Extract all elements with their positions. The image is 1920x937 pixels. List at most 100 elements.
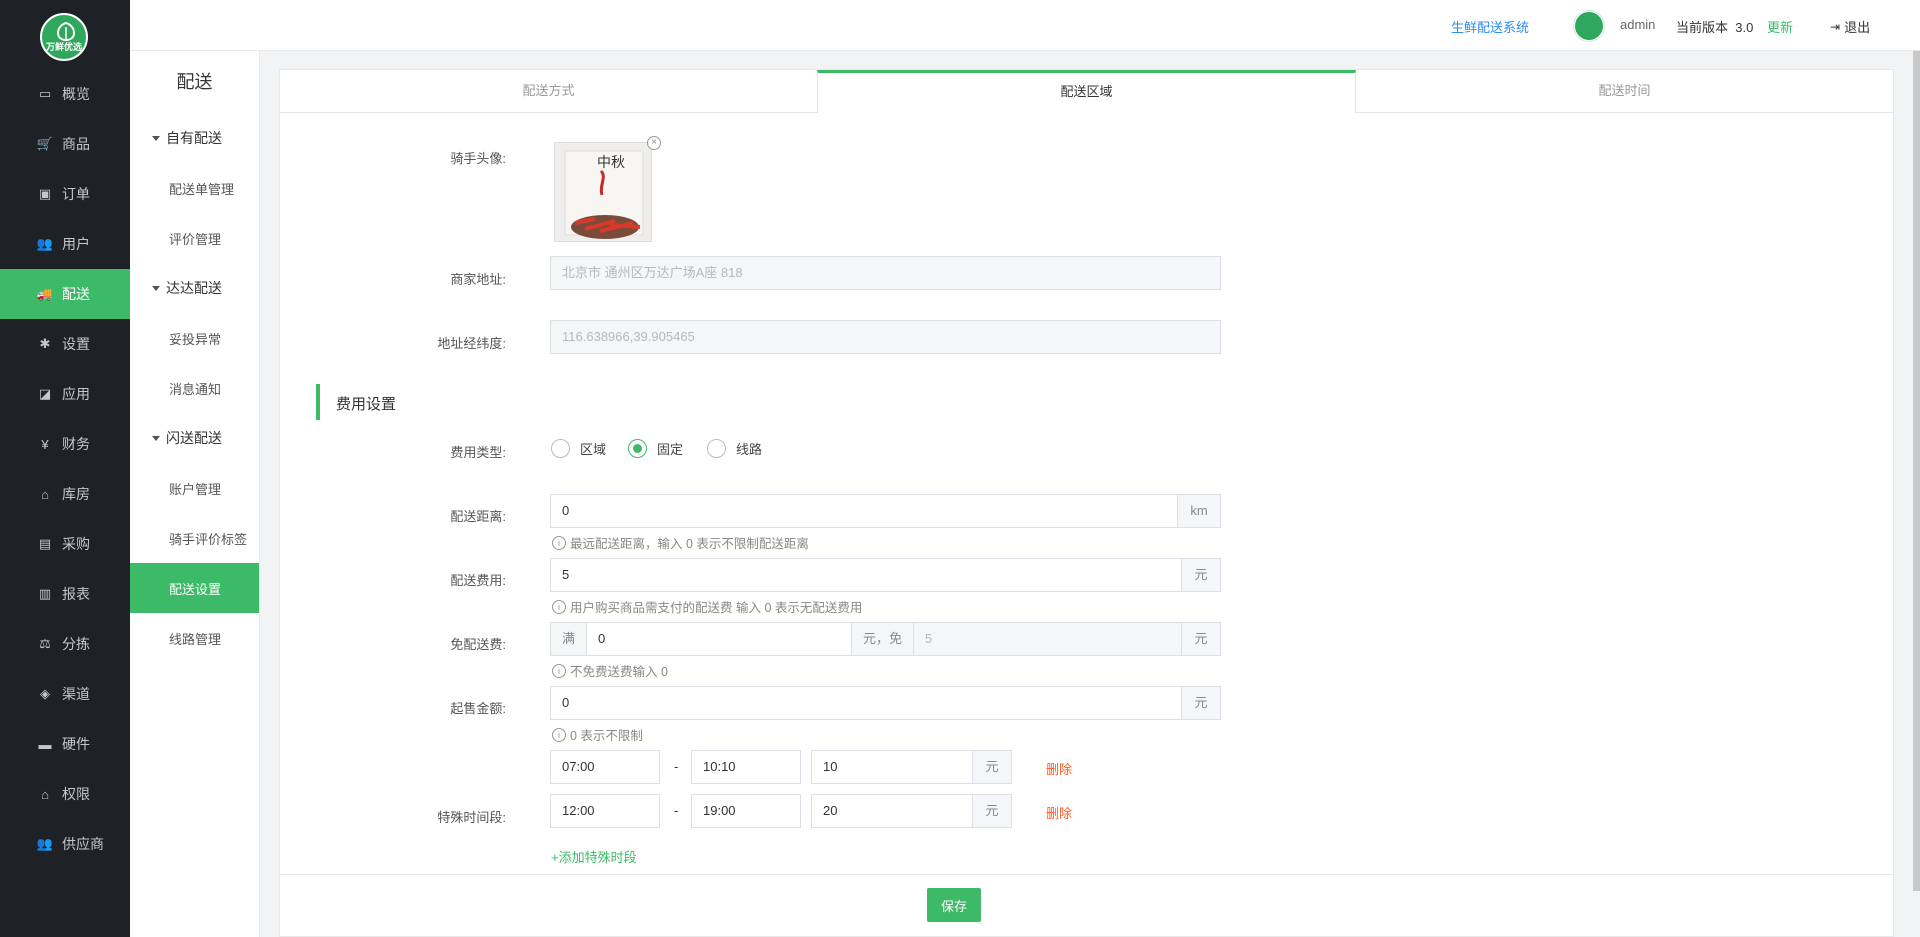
min-amount-input[interactable]: 0: [550, 686, 1182, 720]
nav-item-14[interactable]: ⌂ 权限: [0, 769, 130, 819]
remove-avatar-button[interactable]: ×: [647, 136, 661, 150]
nav-item-6[interactable]: ◪ 应用: [0, 369, 130, 419]
free-amount-input[interactable]: 5: [913, 622, 1182, 656]
nav-item-4[interactable]: 🚚 配送: [0, 269, 130, 319]
username[interactable]: admin: [1620, 17, 1655, 32]
version-label: 当前版本: [1676, 20, 1729, 35]
version-info: 当前版本 3.0: [1676, 17, 1753, 36]
nav-item-5[interactable]: ✱ 设置: [0, 319, 130, 369]
bus-icon: ▤: [38, 536, 52, 551]
subnav-item[interactable]: 妥投异常: [130, 313, 259, 363]
nav-item-3[interactable]: 👥 用户: [0, 219, 130, 269]
subnav-item[interactable]: 评价管理: [130, 213, 259, 263]
nav-item-7[interactable]: ¥ 财务: [0, 419, 130, 469]
free-delivery-label: 免配送费:: [450, 637, 506, 652]
logout-icon: ⇥: [1830, 19, 1841, 34]
subnav-group[interactable]: 闪送配送: [130, 413, 259, 463]
avatar[interactable]: [1574, 11, 1604, 41]
nav-item-15[interactable]: 👥 供应商: [0, 819, 130, 869]
period-start-input[interactable]: 12:00: [550, 794, 660, 828]
nav-item-label: 配送: [62, 286, 90, 302]
period-dash: -: [674, 803, 679, 818]
fee-type-radio-area[interactable]: 区域: [551, 439, 606, 458]
nav-item-11[interactable]: ⚖ 分拣: [0, 619, 130, 669]
caret-down-icon: [152, 435, 160, 441]
nav-item-label: 权限: [62, 786, 90, 802]
nav-item-2[interactable]: ▣ 订单: [0, 169, 130, 219]
delete-period-button[interactable]: 删除: [1046, 803, 1072, 822]
nav-item-9[interactable]: ▤ 采购: [0, 519, 130, 569]
nav-item-13[interactable]: ▬ 硬件: [0, 719, 130, 769]
fee-type-radio-route[interactable]: 线路: [707, 439, 762, 458]
min-hint: i 0 表示不限制: [552, 725, 643, 744]
subnav-item[interactable]: 骑手评价标签: [130, 513, 259, 563]
yen-icon: ¥: [41, 436, 49, 452]
info-icon: i: [552, 535, 566, 550]
puzzle-icon: ✱: [39, 336, 51, 351]
section-title: 费用设置: [336, 396, 397, 413]
caret-down-icon: [152, 135, 160, 141]
nav-item-label: 应用: [62, 386, 90, 402]
nav-item-label: 订单: [62, 186, 90, 202]
nav-item-8[interactable]: ⌂ 库房: [0, 469, 130, 519]
fee-input[interactable]: 5: [550, 558, 1182, 592]
nav-item-1[interactable]: 🛒 商品: [0, 119, 130, 169]
main-panel: 配送方式 配送区域 配送时间 骑手头像: 中秋 × 商家地址: 北京市 通州区万…: [279, 69, 1894, 937]
subnav-group[interactable]: 自有配送: [130, 113, 259, 163]
cube-icon: ◈: [40, 686, 50, 701]
system-link[interactable]: 生鲜配送系统: [1451, 17, 1529, 36]
hint-text: 用户购买商品需支付的配送费 输入 0 表示无配送费用: [570, 601, 863, 615]
nav-item-12[interactable]: ◈ 渠道: [0, 669, 130, 719]
radio-circle: [551, 439, 570, 458]
nav-item-label: 采购: [62, 536, 90, 552]
logout-button[interactable]: ⇥ 退出: [1830, 17, 1870, 36]
fee-unit: 元: [1181, 558, 1221, 592]
bar-chart-icon: ▥: [38, 586, 52, 601]
page-scrollbar[interactable]: [1913, 51, 1920, 891]
subnav-item[interactable]: 消息通知: [130, 363, 259, 413]
period-end-input[interactable]: 19:00: [691, 794, 801, 828]
coords-input[interactable]: 116.638966,39.905465: [550, 320, 1221, 354]
top-header: 生鲜配送系统 admin 当前版本 3.0 更新 ⇥ 退出: [130, 0, 1920, 51]
brand-logo[interactable]: 万鲜优选: [40, 13, 88, 61]
update-link[interactable]: 更新: [1767, 17, 1793, 36]
fee-type-radio-fixed[interactable]: 固定: [628, 439, 683, 458]
tab-delivery-time[interactable]: 配送时间: [1356, 70, 1893, 112]
fee-type-label: 费用类型:: [450, 445, 506, 460]
save-button[interactable]: 保存: [927, 888, 981, 922]
distance-unit: km: [1177, 494, 1221, 528]
hint-text: 0 表示不限制: [570, 729, 643, 743]
period-fee-input[interactable]: 10: [811, 750, 973, 784]
distance-input[interactable]: 0: [550, 494, 1178, 528]
users-icon: 👥: [36, 236, 54, 251]
footer-divider: [280, 874, 1893, 875]
merchant-address-input[interactable]: 北京市 通州区万达广场A座 818: [550, 256, 1221, 290]
distance-hint: i 最远配送距离，输入 0 表示不限制配送距离: [552, 533, 809, 552]
period-fee-unit: 元: [972, 794, 1012, 828]
subnav-item[interactable]: 线路管理: [130, 613, 259, 663]
rider-avatar-label: 骑手头像:: [450, 151, 506, 166]
add-period-link[interactable]: +添加特殊时段: [551, 847, 637, 866]
section-marker: [316, 384, 320, 420]
info-icon: i: [552, 599, 566, 614]
monitor-icon: ▭: [38, 86, 52, 101]
nav-item-10[interactable]: ▥ 报表: [0, 569, 130, 619]
free-hint: i 不免费送费输入 0: [552, 661, 668, 680]
period-start-input[interactable]: 07:00: [550, 750, 660, 784]
main-sidebar: 万鲜优选 ▭ 概览 🛒 商品 ▣ 订单 👥 用户 🚚 配送 ✱ 设置 ◪ 应用 ¥ 财务 ⌂ 库房 ▤ 采购 ▥ 报表 ⚖ 分…: [0, 0, 130, 937]
tab-delivery-area[interactable]: 配送区域: [817, 70, 1356, 113]
subnav-item[interactable]: 配送单管理: [130, 163, 259, 213]
logout-label: 退出: [1844, 20, 1871, 35]
hint-text: 不免费送费输入 0: [570, 665, 668, 679]
period-fee-input[interactable]: 20: [811, 794, 973, 828]
delete-period-button[interactable]: 删除: [1046, 759, 1072, 778]
period-end-input[interactable]: 10:10: [691, 750, 801, 784]
subnav-item[interactable]: 账户管理: [130, 463, 259, 513]
tab-delivery-method[interactable]: 配送方式: [280, 70, 817, 112]
nav-item-0[interactable]: ▭ 概览: [0, 69, 130, 119]
subnav-group-label: 达达配送: [166, 280, 222, 296]
subnav-item[interactable]: 配送设置: [130, 563, 259, 613]
rider-avatar-image[interactable]: 中秋: [554, 142, 652, 242]
free-threshold-input[interactable]: 0: [586, 622, 852, 656]
subnav-group[interactable]: 达达配送: [130, 263, 259, 313]
